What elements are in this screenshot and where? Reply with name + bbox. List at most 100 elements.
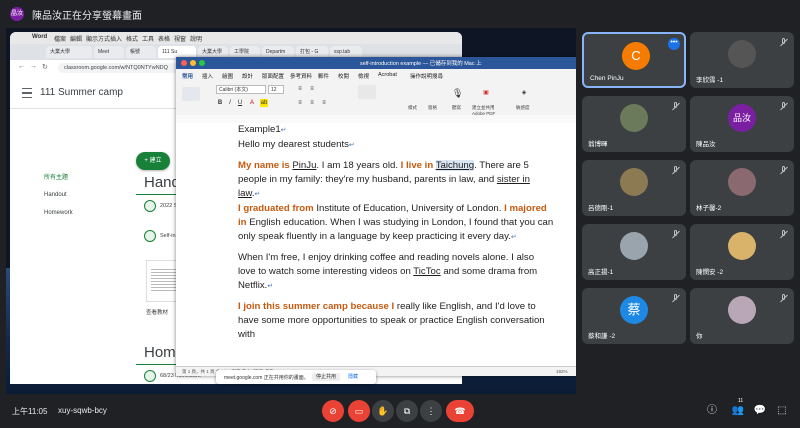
font-size-select[interactable]: 12 <box>268 85 284 94</box>
participant-tile[interactable]: 林子馨-2 <box>690 160 794 216</box>
participant-name: 李欣霈 -1 <box>696 77 724 84</box>
doc-paragraph: My name is PinJu. I am 18 years old. I l… <box>238 160 530 199</box>
tictoc-text: TicToc <box>413 266 441 277</box>
align-center-icon[interactable]: ≡ <box>308 99 316 107</box>
font-name-select[interactable]: Calibri (本文) <box>216 85 266 94</box>
hide-notice-button[interactable]: 隱藏 <box>348 373 368 381</box>
ribbon-tab[interactable]: 版面配置 <box>262 72 284 80</box>
participant-tile[interactable]: 高正揚-1 <box>582 224 686 280</box>
stop-sharing-button[interactable]: 停止共用 <box>312 373 340 381</box>
ribbon-tab[interactable]: 設計 <box>242 72 253 80</box>
tile-options-icon[interactable]: ••• <box>668 38 680 50</box>
ribbon-tab[interactable]: 繪圖 <box>222 72 233 80</box>
ribbon-tab[interactable]: 校閱 <box>338 72 349 80</box>
activities-icon[interactable]: ⬚ <box>774 403 790 419</box>
assignment-icon <box>144 230 156 242</box>
ribbon-tab[interactable]: 檢視 <box>358 72 369 80</box>
class-title: 111 Summer camp <box>40 87 123 98</box>
menu-item[interactable]: 視窗 <box>174 34 186 43</box>
align-right-icon[interactable]: ≡ <box>320 99 328 107</box>
sensitivity-icon[interactable]: ◈ <box>520 89 528 97</box>
name-text: PinJu <box>292 160 317 171</box>
highlight-text: I graduated from <box>238 203 314 214</box>
menu-item[interactable]: 插入 <box>110 34 122 43</box>
more-options-icon[interactable]: ⋮ <box>420 400 442 422</box>
raise-hand-icon[interactable]: ✋ <box>372 400 394 422</box>
topic-homework[interactable]: Homework <box>44 210 73 216</box>
menu-item[interactable]: 格式 <box>126 34 138 43</box>
dictate-icon[interactable]: 🎙 <box>452 89 463 98</box>
sharing-notice: meet.google.com 正在共用你的畫面。 停止共用 隱藏 <box>216 370 376 384</box>
menu-item[interactable]: 說明 <box>190 34 202 43</box>
zoom-window-icon[interactable] <box>199 60 205 66</box>
participant-tile[interactable]: 你 <box>690 288 794 344</box>
close-window-icon[interactable] <box>181 60 187 66</box>
topic-all[interactable]: 所有主題 <box>44 172 68 181</box>
back-icon[interactable]: ← <box>18 63 25 70</box>
italic-icon[interactable]: I <box>226 99 234 107</box>
view-material-link[interactable]: 查看教材 <box>146 308 168 316</box>
browser-tab[interactable]: 帳號 <box>126 46 156 58</box>
ribbon-tab[interactable]: 參考資料 <box>290 72 312 80</box>
browser-tab[interactable]: 大業大學 <box>46 46 92 58</box>
styles-gallery-icon[interactable] <box>358 85 376 99</box>
zoom-level[interactable]: 192% <box>556 369 568 374</box>
doc-line: Example1↵ <box>238 124 287 135</box>
adobe-pdf-icon[interactable]: ▣ <box>482 89 490 97</box>
mac-menu-bar: Word 檔案 編輯 顯示方式 插入 格式 工具 表格 視窗 說明 <box>10 32 462 44</box>
bold-icon[interactable]: B <box>216 99 224 107</box>
create-button[interactable]: + 建立 <box>136 152 170 170</box>
participant-tile[interactable]: 李欣霈 -1 <box>690 32 794 88</box>
menu-item[interactable]: 顯示方式 <box>86 34 110 43</box>
participant-photo <box>728 40 756 68</box>
participant-initial-avatar: C <box>622 42 650 70</box>
menu-item[interactable]: 工具 <box>142 34 154 43</box>
menu-item[interactable]: 編輯 <box>70 34 82 43</box>
paste-icon[interactable] <box>182 87 200 101</box>
font-color-icon[interactable]: A <box>248 99 256 107</box>
ribbon-tab-search[interactable]: 操作說明搜尋 <box>410 72 443 80</box>
minimize-window-icon[interactable] <box>190 60 196 66</box>
topic-handout[interactable]: Handout <box>44 192 67 198</box>
participant-photo <box>728 296 756 324</box>
people-icon[interactable]: 👥 <box>730 403 746 419</box>
dictate-label: 聽寫 <box>452 105 461 110</box>
underline-icon[interactable]: U <box>236 99 244 107</box>
ribbon-tab-home[interactable]: 常用 <box>182 72 193 80</box>
participant-tile[interactable]: 翁博暉 <box>582 96 686 152</box>
forward-icon[interactable]: → <box>30 63 37 70</box>
participant-photo <box>620 232 648 260</box>
chat-icon[interactable]: 💬 <box>752 403 768 419</box>
participant-photo <box>620 104 648 132</box>
menu-item[interactable]: Word <box>32 34 47 40</box>
reload-icon[interactable]: ↻ <box>42 63 48 71</box>
ribbon-tab[interactable]: 插入 <box>202 72 213 80</box>
participant-tile[interactable]: 陳憫安 -2 <box>690 224 794 280</box>
camera-off-icon[interactable]: ▭ <box>348 400 370 422</box>
align-left-icon[interactable]: ≡ <box>296 99 304 107</box>
hamburger-menu-icon[interactable] <box>22 88 32 98</box>
ribbon-tab[interactable]: 郵件 <box>318 72 329 80</box>
numbering-icon[interactable]: ≡ <box>308 85 316 93</box>
document-body[interactable]: Example1↵ Hello my dearest students↵ My … <box>238 123 554 342</box>
present-screen-icon[interactable]: ⧉ <box>396 400 418 422</box>
participant-tile[interactable]: 品汝 陳品汝 <box>690 96 794 152</box>
ribbon-tab[interactable]: Acrobat <box>378 72 397 78</box>
menu-item[interactable]: 表格 <box>158 34 170 43</box>
participant-tile[interactable]: C ••• Chen PinJu <box>582 32 686 88</box>
participant-name: 呂德剛-1 <box>588 205 614 212</box>
bullets-icon[interactable]: ≡ <box>296 85 304 93</box>
muted-mic-icon <box>672 102 680 110</box>
menu-item[interactable]: 檔案 <box>54 34 66 43</box>
assignment-icon <box>144 370 156 382</box>
participant-tile[interactable]: 蔡蔡和謙 -2 <box>582 288 686 344</box>
end-call-icon[interactable]: ☎ <box>446 400 474 422</box>
meeting-info-icon[interactable]: ⓘ <box>704 403 720 419</box>
highlight-icon[interactable]: ab <box>260 99 268 107</box>
browser-tab[interactable]: Meet <box>94 46 124 58</box>
document-page[interactable]: Example1↵ Hello my dearest students↵ My … <box>176 123 576 366</box>
mic-off-icon[interactable]: ⊘ <box>322 400 344 422</box>
city-text: Taichung <box>435 160 475 171</box>
styles-pane-icon[interactable] <box>428 85 440 99</box>
participant-tile[interactable]: 呂德剛-1 <box>582 160 686 216</box>
